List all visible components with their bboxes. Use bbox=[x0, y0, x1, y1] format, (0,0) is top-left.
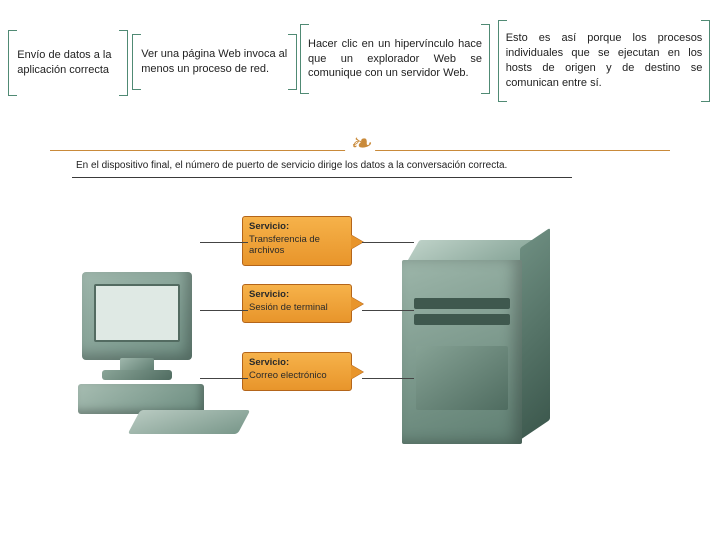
client-monitor-base-icon bbox=[102, 370, 172, 380]
service-title: Servicio: bbox=[249, 222, 345, 233]
service-desc: Sesión de terminal bbox=[249, 303, 345, 314]
bracket-open-icon bbox=[8, 30, 12, 96]
figure-stage: Servicio: Transferencia de archivos Serv… bbox=[72, 182, 572, 458]
network-figure: En el dispositivo final, el número de pu… bbox=[72, 156, 572, 466]
wire-icon bbox=[362, 310, 414, 311]
bracket-col-1: Envío de datos a la aplicación correcta bbox=[8, 30, 128, 96]
service-title: Servicio: bbox=[249, 358, 345, 369]
service-desc: Correo electrónico bbox=[249, 371, 345, 382]
divider-ornament-icon: ❧ bbox=[345, 134, 375, 154]
service-title: Servicio: bbox=[249, 290, 345, 301]
figure-caption: En el dispositivo final, el número de pu… bbox=[76, 160, 572, 171]
wire-icon bbox=[362, 378, 414, 379]
service-callout-terminal: Servicio: Sesión de terminal bbox=[242, 284, 352, 323]
wire-icon bbox=[200, 310, 248, 311]
server-icon bbox=[402, 240, 552, 444]
service-callout-file-transfer: Servicio: Transferencia de archivos bbox=[242, 216, 352, 266]
server-side-icon bbox=[520, 228, 550, 440]
bracket-open-icon bbox=[132, 34, 136, 90]
wire-icon bbox=[200, 378, 248, 379]
wire-icon bbox=[200, 242, 248, 243]
bracket-row: Envío de datos a la aplicación correcta … bbox=[0, 20, 720, 110]
bracket-open-icon bbox=[498, 20, 501, 102]
service-desc: Transferencia de archivos bbox=[249, 235, 345, 257]
bracket-close-icon bbox=[707, 20, 710, 102]
bracket-close-icon bbox=[293, 34, 297, 90]
bracket-text-3: Hacer clic en un hipervínculo hace que u… bbox=[303, 35, 487, 84]
bracket-open-icon bbox=[300, 24, 303, 94]
server-drive-slot-icon bbox=[414, 298, 510, 309]
bracket-col-4: Esto es así porque los procesos individu… bbox=[498, 20, 710, 102]
service-callout-email: Servicio: Correo electrónico bbox=[242, 352, 352, 391]
server-panel-icon bbox=[416, 346, 508, 410]
bracket-close-icon bbox=[124, 30, 128, 96]
client-monitor-icon bbox=[82, 272, 192, 360]
bracket-col-3: Hacer clic en un hipervínculo hace que u… bbox=[300, 24, 490, 94]
bracket-text-2: Ver una página Web invoca al menos un pr… bbox=[136, 45, 293, 79]
client-keyboard-icon bbox=[128, 410, 251, 434]
figure-rule bbox=[72, 177, 572, 178]
server-front-icon bbox=[402, 260, 522, 444]
wire-icon bbox=[362, 242, 414, 243]
server-drive-slot-icon bbox=[414, 314, 510, 325]
bracket-col-2: Ver una página Web invoca al menos un pr… bbox=[132, 34, 297, 90]
bracket-text-1: Envío de datos a la aplicación correcta bbox=[12, 46, 123, 80]
bracket-close-icon bbox=[487, 24, 490, 94]
bracket-text-4: Esto es así porque los procesos individu… bbox=[501, 29, 708, 92]
